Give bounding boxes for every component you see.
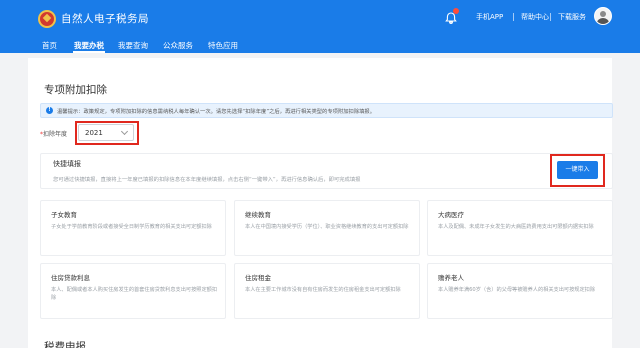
card-housing-loan-interest[interactable]: 住房贷款利息 本人、配偶或者本人购买住房发生的首套住房贷款利息支出可按照定额扣除 — [40, 263, 226, 319]
info-icon: ! — [46, 107, 53, 114]
tab-query[interactable]: 我要查询 — [118, 40, 148, 51]
card-desc: 本人在主要工作城市没有自有住房而发生的住房租金支出可定额扣除 — [245, 287, 401, 293]
card-desc: 子女处于学前教育阶段或者接受全日制学历教育的相关支出可定额扣除 — [51, 224, 212, 230]
card-elderly-support[interactable]: 赡养老人 本人赡养年满60岁（含）的父母等被赡养人的相关支出可按规定扣除 — [427, 263, 613, 319]
card-title: 大病医疗 — [438, 211, 464, 219]
quick-fill-title: 快捷填报 — [53, 160, 81, 168]
tab-featured-apps[interactable]: 特色应用 — [208, 40, 238, 51]
tax-emblem-logo — [38, 10, 56, 28]
download-service-link[interactable]: 下载服务 — [558, 12, 586, 22]
card-title: 赡养老人 — [438, 274, 464, 282]
card-children-education[interactable]: 子女教育 子女处于学前教育阶段或者接受全日制学历教育的相关支出可定额扣除 — [40, 200, 226, 256]
section-title: 税费申报 — [44, 341, 86, 348]
divider — [513, 13, 514, 21]
card-desc: 本人及配偶、未成年子女发生的大病医药费用支出可限额内据实扣除 — [438, 224, 594, 230]
site-brand[interactable]: 自然人电子税务局 — [61, 11, 149, 26]
card-continuing-education[interactable]: 继续教育 本人在中国境内接受学历（学位）、职业资格继续教育的支出可定额扣除 — [234, 200, 420, 256]
card-title: 住房租金 — [245, 274, 271, 282]
avatar[interactable] — [594, 7, 612, 25]
tab-home[interactable]: 首页 — [42, 40, 57, 51]
notice-banner: ! 温馨提示：政策规定，专项附加扣除的信息需纳税人每年确认一次。请您先选择“扣除… — [40, 103, 613, 118]
deduction-year-label: *扣除年度 — [40, 129, 67, 138]
card-serious-illness[interactable]: 大病医疗 本人及配偶、未成年子女发生的大病医药费用支出可限额内据实扣除 — [427, 200, 613, 256]
divider — [550, 13, 551, 21]
page-title: 专项附加扣除 — [44, 84, 107, 96]
notice-text: 温馨提示：政策规定，专项附加扣除的信息需纳税人每年确认一次。请您先选择“扣除年度… — [57, 109, 376, 115]
notification-badge — [453, 8, 459, 14]
active-tab-indicator — [73, 51, 105, 53]
quick-fill-panel: 快捷填报 您可通过快捷填报，直接将上一年度已填报的扣除信息在本年度继续填报，点击… — [40, 153, 613, 189]
card-title: 住房贷款利息 — [51, 274, 90, 282]
tab-public-service[interactable]: 公众服务 — [163, 40, 193, 51]
help-center-link[interactable]: 帮助中心 — [521, 12, 549, 22]
card-desc: 本人在中国境内接受学历（学位）、职业资格继续教育的支出可定额扣除 — [245, 224, 409, 230]
tab-tax-filing[interactable]: 我要办税 — [74, 40, 104, 51]
deduction-year-select[interactable]: 2021 — [78, 124, 134, 141]
quick-fill-desc: 您可通过快捷填报，直接将上一年度已填报的扣除信息在本年度继续填报，点击右侧“一键… — [53, 177, 361, 183]
deduction-year-value: 2021 — [85, 129, 103, 137]
card-desc: 本人、配偶或者本人购买住房发生的首套住房贷款利息支出可按照定额扣除 — [51, 287, 218, 301]
chevron-down-icon — [120, 127, 129, 136]
card-desc: 本人赡养年满60岁（含）的父母等被赡养人的相关支出可按规定扣除 — [438, 287, 596, 293]
card-title: 子女教育 — [51, 211, 77, 219]
card-housing-rent[interactable]: 住房租金 本人在主要工作城市没有自有住房而发生的住房租金支出可定额扣除 — [234, 263, 420, 319]
deduction-year-label-text: 扣除年度 — [43, 131, 68, 138]
card-title: 继续教育 — [245, 211, 271, 219]
mobile-app-link[interactable]: 手机APP — [476, 12, 503, 22]
one-click-import-button[interactable]: 一键带入 — [557, 161, 598, 179]
